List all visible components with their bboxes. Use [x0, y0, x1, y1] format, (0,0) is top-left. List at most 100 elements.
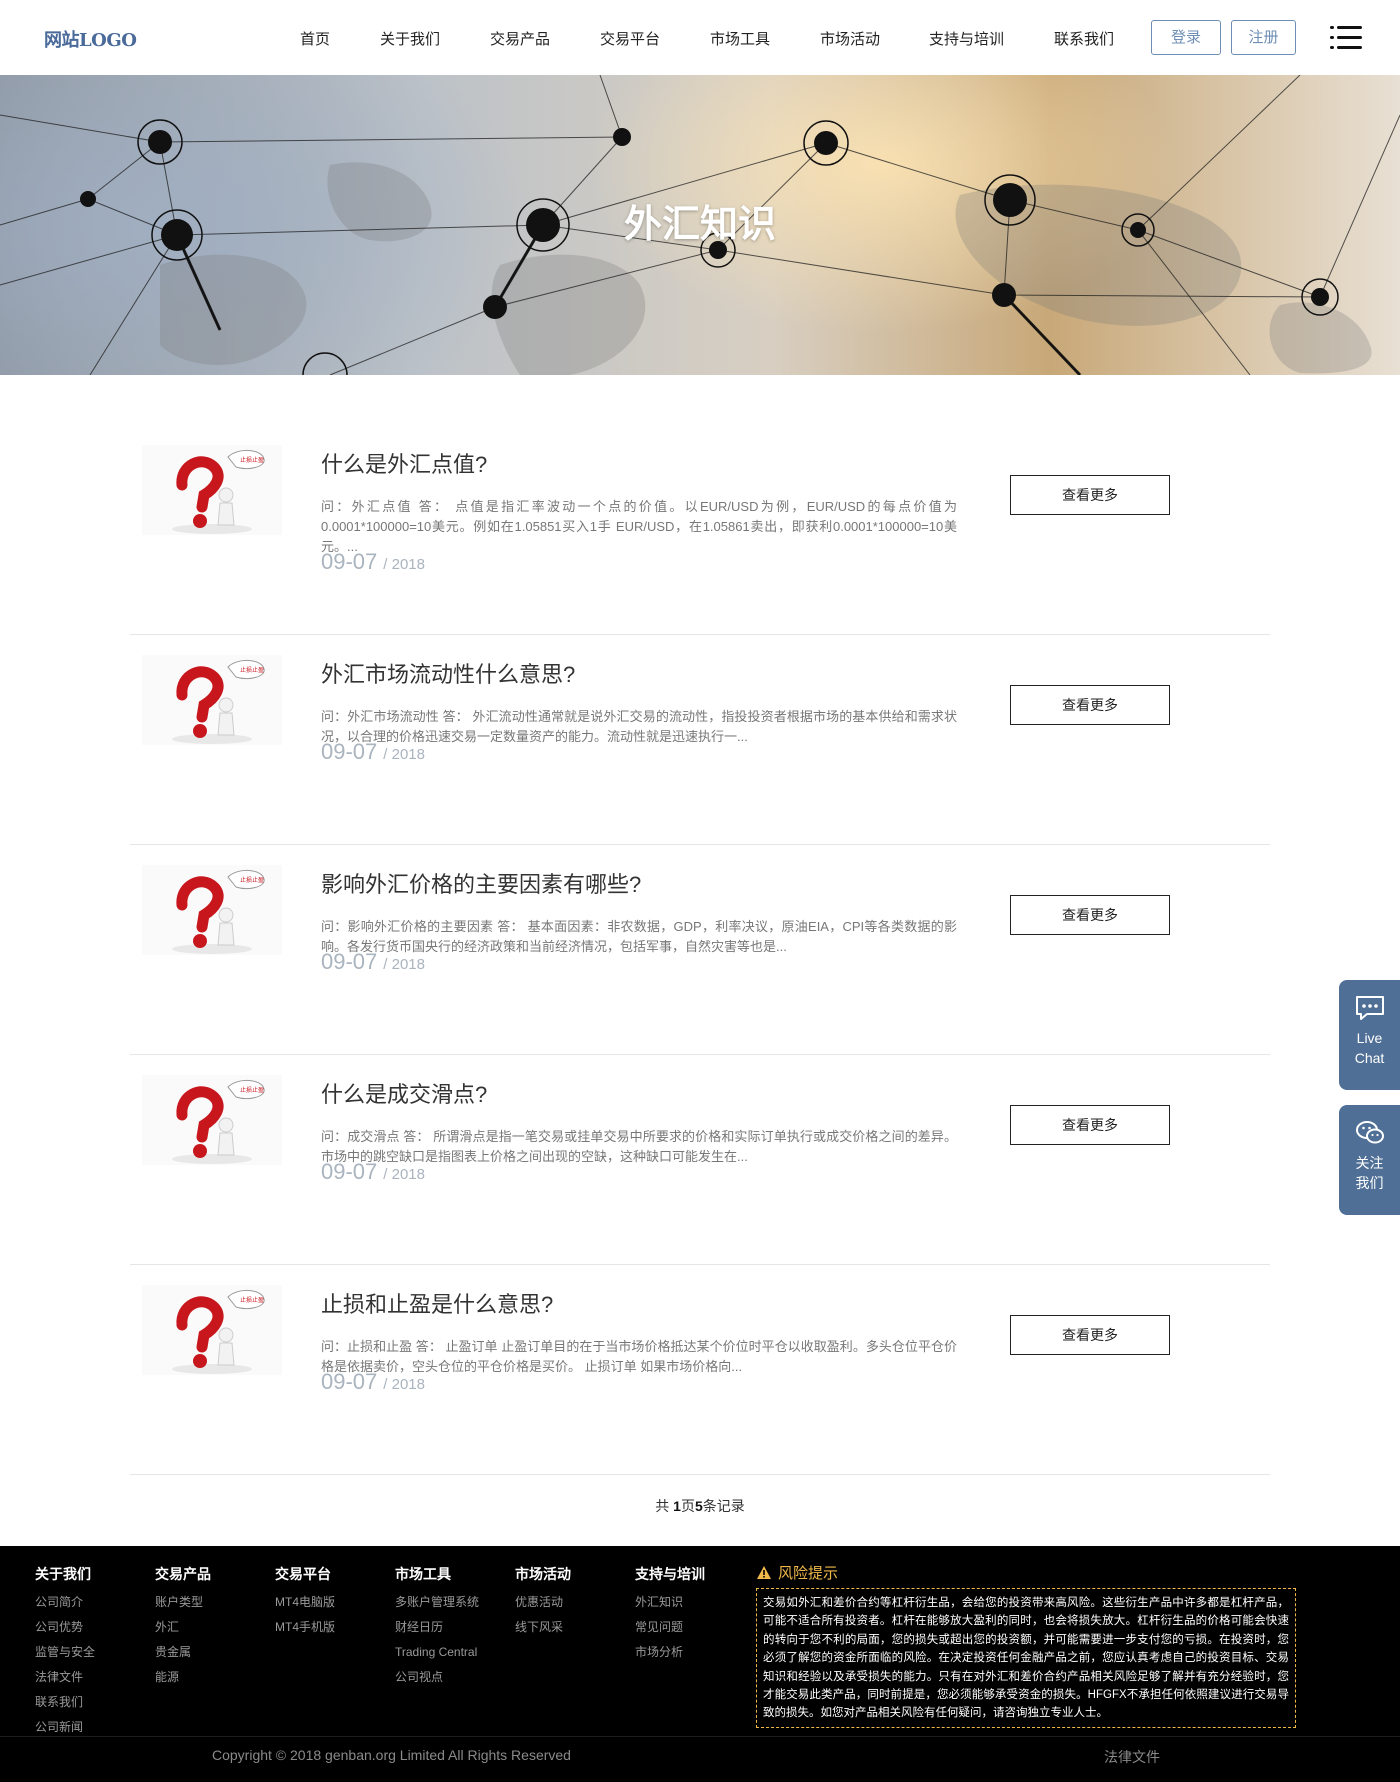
footer-column-products: 交易产品 账户类型 外汇 贵金属 能源 — [155, 1564, 211, 1690]
view-more-button[interactable]: 查看更多 — [1010, 685, 1170, 725]
footer-link[interactable]: 贵金属 — [155, 1640, 211, 1665]
footer-link[interactable]: 账户类型 — [155, 1590, 211, 1615]
risk-warning-heading: 风险提示 — [756, 1562, 838, 1583]
article-title[interactable]: 外汇市场流动性什么意思? — [321, 657, 575, 689]
article-date-year: / 2018 — [383, 1376, 425, 1393]
article-item: 止损止盈 外汇市场流动性什么意思? 问：外汇市场流动性 答： 外汇流动性通常就是… — [130, 635, 1270, 845]
chat-icon — [1355, 996, 1384, 1020]
footer-link[interactable]: 市场分析 — [635, 1640, 705, 1665]
footer-link[interactable]: 多账户管理系统 — [395, 1590, 479, 1615]
svg-text:止损止盈: 止损止盈 — [240, 456, 264, 464]
view-more-button[interactable]: 查看更多 — [1010, 1105, 1170, 1145]
footer-link[interactable]: 公司简介 — [35, 1590, 95, 1615]
article-title[interactable]: 什么是外汇点值? — [321, 447, 487, 479]
footer-column-tools: 市场工具 多账户管理系统 财经日历 Trading Central 公司视点 — [395, 1564, 479, 1690]
question-mark-figure-icon: 止损止盈 — [172, 1080, 265, 1164]
footer-link[interactable]: 监管与安全 — [35, 1640, 95, 1665]
footer-link[interactable]: 外汇 — [155, 1615, 211, 1640]
footer-column-heading[interactable]: 交易平台 — [275, 1564, 335, 1584]
menu-icon[interactable] — [1330, 24, 1362, 52]
article-date-year: / 2018 — [383, 556, 425, 573]
register-button[interactable]: 注册 — [1231, 20, 1296, 55]
article-title[interactable]: 影响外汇价格的主要因素有哪些? — [321, 867, 641, 899]
risk-warning-text: 交易如外汇和差价合约等杠杆衍生品，会给您的投资带来高风险。这些衍生产品中许多都是… — [756, 1588, 1296, 1728]
footer-link[interactable]: 常见问题 — [635, 1615, 705, 1640]
article-thumbnail[interactable]: 止损止盈 — [142, 1075, 282, 1165]
footer-link[interactable]: 线下风采 — [515, 1615, 571, 1640]
question-mark-figure-icon: 止损止盈 — [172, 870, 265, 954]
article-thumbnail[interactable]: 止损止盈 — [142, 445, 282, 535]
nav-item-tools[interactable]: 市场工具 — [710, 28, 770, 49]
footer-link[interactable]: 公司视点 — [395, 1665, 479, 1690]
article-date-year: / 2018 — [383, 1166, 425, 1183]
live-chat-label-1: Live — [1356, 1030, 1383, 1046]
article-item: 止损止盈 什么是外汇点值? 问：外汇点值 答： 点值是指汇率波动一个点的价值。以… — [130, 425, 1270, 635]
svg-text:止损止盈: 止损止盈 — [240, 876, 264, 884]
site-header: 网站LOGO 首页 关于我们 交易产品 交易平台 市场工具 市场活动 支持与培训… — [0, 0, 1400, 75]
nav-item-activities[interactable]: 市场活动 — [820, 28, 880, 49]
article-date-day: 09-07 — [321, 949, 378, 974]
footer-link[interactable]: 财经日历 — [395, 1615, 479, 1640]
pagination-summary: 共 1页5条记录 — [0, 1496, 1400, 1516]
live-chat-button[interactable]: Live Chat — [1339, 980, 1400, 1090]
follow-us-label-2: 我们 — [1355, 1175, 1384, 1191]
nav-item-about[interactable]: 关于我们 — [380, 28, 440, 49]
nav-item-platforms[interactable]: 交易平台 — [600, 28, 660, 49]
article-title[interactable]: 什么是成交滑点? — [321, 1077, 487, 1109]
article-date-day: 09-07 — [321, 739, 378, 764]
footer-link[interactable]: 法律文件 — [35, 1665, 95, 1690]
article-date: 09-07 / 2018 — [321, 1369, 425, 1395]
footer-link[interactable]: 联系我们 — [35, 1690, 95, 1715]
svg-text:止损止盈: 止损止盈 — [240, 1296, 264, 1304]
copyright-text: Copyright © 2018 genban.org Limited All … — [212, 1747, 571, 1763]
article-item: 止损止盈 什么是成交滑点? 问：成交滑点 答： 所谓滑点是指一笔交易或挂单交易中… — [130, 1055, 1270, 1265]
question-mark-figure-icon: 止损止盈 — [172, 450, 265, 534]
pager-pages: 1 — [673, 1498, 681, 1514]
footer-column-support: 支持与培训 外汇知识 常见问题 市场分析 — [635, 1564, 705, 1665]
footer-link[interactable]: MT4手机版 — [275, 1615, 335, 1640]
article-title[interactable]: 止损和止盈是什么意思? — [321, 1287, 553, 1319]
article-date-day: 09-07 — [321, 1159, 378, 1184]
footer-link[interactable]: 外汇知识 — [635, 1590, 705, 1615]
article-date: 09-07 / 2018 — [321, 549, 425, 575]
footer-link[interactable]: MT4电脑版 — [275, 1590, 335, 1615]
footer-column-platforms: 交易平台 MT4电脑版 MT4手机版 — [275, 1564, 335, 1640]
article-date-year: / 2018 — [383, 746, 425, 763]
view-more-button[interactable]: 查看更多 — [1010, 895, 1170, 935]
live-chat-label-2: Chat — [1354, 1050, 1385, 1066]
footer-link[interactable]: 能源 — [155, 1665, 211, 1690]
article-item: 止损止盈 止损和止盈是什么意思? 问：止损和止盈 答： 止盈订单 止盈订单目的在… — [130, 1265, 1270, 1475]
nav-item-home[interactable]: 首页 — [300, 28, 330, 49]
footer-column-heading[interactable]: 市场活动 — [515, 1564, 571, 1584]
pager-prefix: 共 — [655, 1498, 674, 1514]
page-banner: 外汇知识 — [0, 75, 1400, 375]
footer-column-heading[interactable]: 支持与培训 — [635, 1564, 705, 1584]
view-more-button[interactable]: 查看更多 — [1010, 475, 1170, 515]
footer-column-heading[interactable]: 关于我们 — [35, 1564, 95, 1584]
article-date-day: 09-07 — [321, 1369, 378, 1394]
article-thumbnail[interactable]: 止损止盈 — [142, 865, 282, 955]
site-logo[interactable]: 网站LOGO — [44, 26, 137, 52]
article-item: 止损止盈 影响外汇价格的主要因素有哪些? 问：影响外汇价格的主要因素 答： 基本… — [130, 845, 1270, 1055]
follow-us-label-1: 关注 — [1355, 1155, 1384, 1171]
view-more-button[interactable]: 查看更多 — [1010, 1315, 1170, 1355]
follow-us-button[interactable]: 关注 我们 — [1339, 1105, 1400, 1215]
article-thumbnail[interactable]: 止损止盈 — [142, 1285, 282, 1375]
question-mark-figure-icon: 止损止盈 — [172, 1290, 265, 1374]
login-button[interactable]: 登录 — [1151, 20, 1221, 55]
nav-item-products[interactable]: 交易产品 — [490, 28, 550, 49]
article-thumbnail[interactable]: 止损止盈 — [142, 655, 282, 745]
svg-text:止损止盈: 止损止盈 — [240, 1086, 264, 1094]
page-title: 外汇知识 — [623, 204, 776, 246]
nav-item-contact[interactable]: 联系我们 — [1054, 28, 1114, 49]
legal-documents-link[interactable]: 法律文件 — [1104, 1747, 1160, 1767]
footer-link[interactable]: 优惠活动 — [515, 1590, 571, 1615]
pager-records: 5 — [694, 1498, 703, 1514]
article-excerpt: 问：外汇点值 答： 点值是指汇率波动一个点的价值。以EUR/USD为例，EUR/… — [321, 499, 957, 554]
footer-column-heading[interactable]: 市场工具 — [395, 1564, 479, 1584]
footer-column-heading[interactable]: 交易产品 — [155, 1564, 211, 1584]
footer-divider — [0, 1736, 1400, 1737]
nav-item-support[interactable]: 支持与培训 — [929, 28, 1004, 49]
footer-link[interactable]: 公司优势 — [35, 1615, 95, 1640]
footer-link[interactable]: Trading Central — [395, 1640, 479, 1665]
